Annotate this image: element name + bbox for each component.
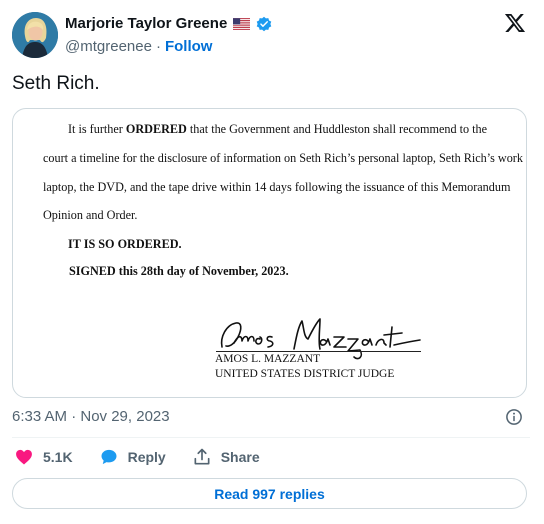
tweet-timestamp[interactable]: 6:33 AM · Nov 29, 2023 [12,408,170,425]
share-icon [194,448,210,465]
us-flag-icon [233,17,251,30]
document-line-2: court a timeline for the disclosure of i… [43,151,523,165]
like-button[interactable]: 5.1K [14,447,73,467]
signed-date-line: SIGNED this 28th day of November, 2023. [69,264,289,278]
reply-bubble-icon [101,449,117,465]
author-handle[interactable]: @mtgreenee [65,38,152,55]
tweet-actions: 5.1K Reply Share [14,447,260,467]
reply-label: Reply [127,449,166,465]
tweet-text: Seth Rich. [12,73,100,94]
document-line-4: Opinion and Order. [43,208,138,222]
judge-name: AMOS L. MAZZANT [215,353,321,365]
share-button[interactable]: Share [192,447,260,467]
avatar-image [12,12,58,58]
separator-dot: · [155,38,161,55]
read-replies-button[interactable]: Read 997 replies [12,478,527,509]
court-order-document: It is further ORDERED that the Governmen… [13,109,526,397]
author-name-row: Marjorie Taylor Greene [65,15,272,32]
share-label: Share [220,449,260,465]
avatar[interactable] [12,12,58,58]
judge-title: UNITED STATES DISTRICT JUDGE [215,368,395,380]
document-image[interactable]: It is further ORDERED that the Governmen… [12,108,527,398]
document-line-3: laptop, the DVD, and the tape drive with… [43,180,511,194]
tweet-card: Marjorie Taylor Greene @mtgreenee · Foll… [0,0,544,524]
reply-button[interactable]: Reply [99,447,166,467]
x-logo-icon[interactable] [504,12,526,34]
heart-icon [16,449,32,465]
so-ordered-line: IT IS SO ORDERED. [68,237,182,251]
info-icon[interactable] [505,408,523,426]
author-handle-row: @mtgreenee · Follow [65,38,212,55]
verified-badge-icon [257,16,272,31]
follow-button[interactable]: Follow [165,38,213,55]
like-count: 5.1K [43,449,73,465]
signature-line [216,351,421,352]
divider [12,437,530,438]
document-line-1: It is further ORDERED that the Governmen… [68,122,488,136]
author-name[interactable]: Marjorie Taylor Greene [65,15,227,32]
